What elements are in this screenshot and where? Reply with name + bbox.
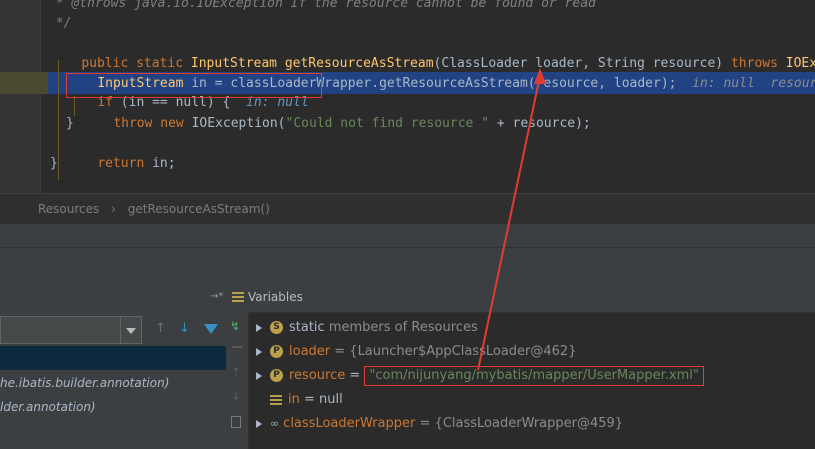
annotation-arrow-head	[534, 68, 546, 84]
annotation-arrow	[477, 68, 546, 371]
annotation-arrow-line	[477, 75, 541, 371]
